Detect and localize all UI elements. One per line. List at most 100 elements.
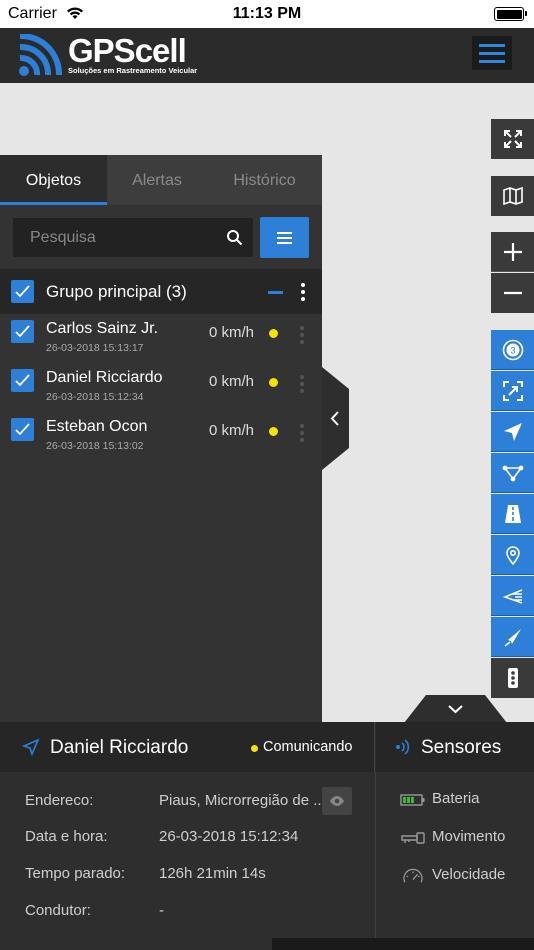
- object-timestamp: 26-03-2018 15:13:17: [46, 342, 144, 354]
- road-icon: [505, 505, 521, 523]
- search-icon[interactable]: [226, 229, 243, 246]
- object-info-panel: Daniel Ricciardo Comunicando Sensores En…: [0, 722, 534, 950]
- check-icon: [15, 285, 30, 298]
- logo-subtitle: Soluções em Rastreamento Veicular: [68, 66, 198, 75]
- collapse-info-button[interactable]: [404, 695, 507, 723]
- zoom-out-button[interactable]: [491, 273, 534, 313]
- navigate-icon: [504, 423, 522, 441]
- bottom-strip: [272, 938, 534, 950]
- eye-icon: [330, 796, 344, 806]
- poi-button[interactable]: [491, 535, 534, 575]
- driver-label: Condutor:: [25, 902, 91, 919]
- object-name: Carlos Sainz Jr.: [46, 320, 159, 337]
- status-bar: Carrier 11:13 PM: [0, 0, 534, 28]
- check-icon: [15, 325, 30, 338]
- road-button[interactable]: [491, 494, 534, 534]
- object-row[interactable]: Carlos Sainz Jr. 26-03-2018 15:13:17 0 k…: [0, 314, 322, 363]
- search-input[interactable]: [13, 218, 218, 257]
- more-icon: [508, 668, 518, 688]
- key-icon: [401, 832, 425, 844]
- check-icon: [15, 423, 30, 436]
- datetime-label: Data e hora:: [25, 828, 108, 845]
- signal-icon: [396, 739, 410, 755]
- selected-object-name: Daniel Ricciardo: [50, 737, 189, 758]
- route-icon: [502, 465, 524, 482]
- sensor-label: Bateria: [432, 790, 480, 807]
- battery-icon: [400, 794, 425, 806]
- fit-bounds-button[interactable]: [491, 371, 534, 411]
- cluster-icon: 3: [502, 339, 524, 361]
- address-value: Piaus, Microrregião de ...: [159, 792, 326, 809]
- group-checkbox[interactable]: [11, 280, 34, 303]
- connection-dot: [251, 745, 258, 752]
- driver-value: -: [159, 902, 164, 919]
- map-layers-button[interactable]: [491, 176, 534, 216]
- send-icon: [504, 629, 521, 647]
- connection-status: Comunicando: [263, 739, 353, 755]
- cluster-button[interactable]: 3: [491, 330, 534, 370]
- object-menu-icon[interactable]: [300, 326, 304, 347]
- object-speed: 0 km/h: [209, 373, 255, 390]
- navigate-button[interactable]: [491, 412, 534, 452]
- object-checkbox[interactable]: [11, 418, 34, 441]
- speedometer-icon: [403, 868, 423, 883]
- tab-alertas[interactable]: Alertas: [107, 155, 207, 205]
- object-name: Daniel Ricciardo: [46, 369, 163, 386]
- history-icon: [502, 589, 523, 604]
- map-icon: [503, 186, 523, 206]
- sensor-label: Velocidade: [432, 866, 506, 883]
- address-label: Endereco:: [25, 792, 94, 809]
- info-header: Daniel Ricciardo Comunicando: [0, 722, 375, 772]
- fit-bounds-icon: [503, 381, 523, 401]
- collapse-icon[interactable]: [268, 291, 283, 294]
- object-speed: 0 km/h: [209, 422, 255, 439]
- status-dot: [269, 329, 278, 338]
- signal-logo-icon: [19, 34, 62, 76]
- hamburger-menu-button[interactable]: [472, 36, 512, 70]
- zoom-in-button[interactable]: [491, 232, 534, 272]
- status-dot: [269, 378, 278, 387]
- objects-panel: Objetos Alertas Histórico Grupo principa…: [0, 155, 322, 722]
- group-row[interactable]: Grupo principal (3): [0, 269, 322, 314]
- history-button[interactable]: [491, 576, 534, 616]
- object-menu-icon[interactable]: [300, 375, 304, 396]
- group-menu-icon[interactable]: [301, 283, 305, 304]
- battery-icon: [494, 7, 527, 21]
- show-address-button[interactable]: [322, 787, 352, 815]
- object-timestamp: 26-03-2018 15:12:34: [46, 391, 144, 403]
- more-tools-button[interactable]: [491, 658, 534, 698]
- object-row[interactable]: Esteban Ocon 26-03-2018 15:13:02 0 km/h: [0, 412, 322, 461]
- route-button[interactable]: [491, 453, 534, 493]
- tab-historico[interactable]: Histórico: [207, 155, 322, 205]
- divider: [375, 772, 376, 950]
- navigation-icon: [22, 738, 40, 756]
- collapse-panel-button[interactable]: [322, 367, 349, 470]
- logo-text: GPScell: [68, 32, 187, 69]
- clock: 11:13 PM: [232, 5, 302, 22]
- tab-bar: Objetos Alertas Histórico: [0, 155, 322, 205]
- datetime-value: 26-03-2018 15:12:34: [159, 828, 299, 845]
- object-name: Esteban Ocon: [46, 418, 148, 435]
- sensor-label: Movimento: [432, 828, 506, 845]
- send-command-button[interactable]: [491, 617, 534, 657]
- object-menu-icon[interactable]: [300, 424, 304, 445]
- cluster-count: 3: [510, 346, 515, 356]
- object-row[interactable]: Daniel Ricciardo 26-03-2018 15:12:34 0 k…: [0, 363, 322, 412]
- stopped-time-label: Tempo parado:: [25, 865, 126, 882]
- search-box: [13, 218, 253, 257]
- logo[interactable]: GPScell Soluções em Rastreamento Veicula…: [18, 32, 218, 78]
- list-options-button[interactable]: [260, 217, 309, 258]
- check-icon: [15, 374, 30, 387]
- status-dot: [269, 427, 278, 436]
- zoom-out-icon: [504, 291, 522, 295]
- object-checkbox[interactable]: [11, 320, 34, 343]
- pin-icon: [506, 546, 520, 566]
- fullscreen-button[interactable]: [491, 119, 534, 159]
- sensors-title: Sensores: [421, 737, 502, 758]
- object-timestamp: 26-03-2018 15:13:02: [46, 440, 144, 452]
- sensors-header: Sensores: [376, 722, 534, 772]
- tab-objetos[interactable]: Objetos: [0, 155, 107, 205]
- object-speed: 0 km/h: [209, 324, 255, 341]
- fullscreen-icon: [504, 130, 522, 148]
- object-checkbox[interactable]: [11, 369, 34, 392]
